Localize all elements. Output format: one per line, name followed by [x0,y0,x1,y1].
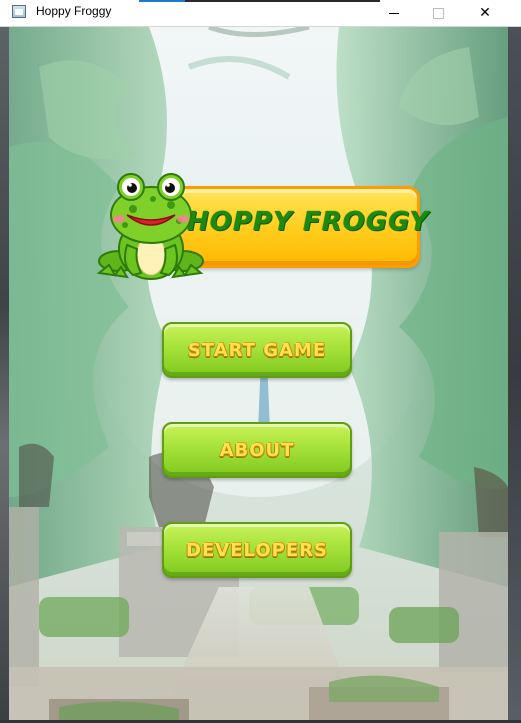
close-icon: ✕ [479,5,491,21]
start-game-label: START GAME [187,339,327,361]
minimize-button[interactable] [371,0,417,26]
desktop-background-right [508,27,521,723]
about-label: ABOUT [219,439,295,461]
about-button[interactable]: ABOUT [162,422,352,478]
window-title: Hoppy Froggy [36,4,112,18]
title-accent-bar [139,0,185,2]
start-game-button[interactable]: START GAME [162,322,352,378]
minimize-icon [389,12,399,14]
title-bar[interactable]: Hoppy Froggy ✕ [0,0,521,27]
frog-mascot-icon [96,173,204,280]
title-shadow-bar [185,0,380,2]
maximize-button[interactable] [415,0,461,26]
window-app-icon [12,5,26,18]
developers-button[interactable]: DEVELOPERS [162,522,352,578]
game-title-logo: HOPPY FROGGY [187,207,430,237]
game-window: Hoppy Froggy ✕ HOPPY FROGGY START GAME A… [0,0,521,723]
developers-label: DEVELOPERS [186,539,328,561]
close-button[interactable]: ✕ [462,0,508,26]
maximize-icon [432,7,444,19]
desktop-background-left [0,27,9,723]
